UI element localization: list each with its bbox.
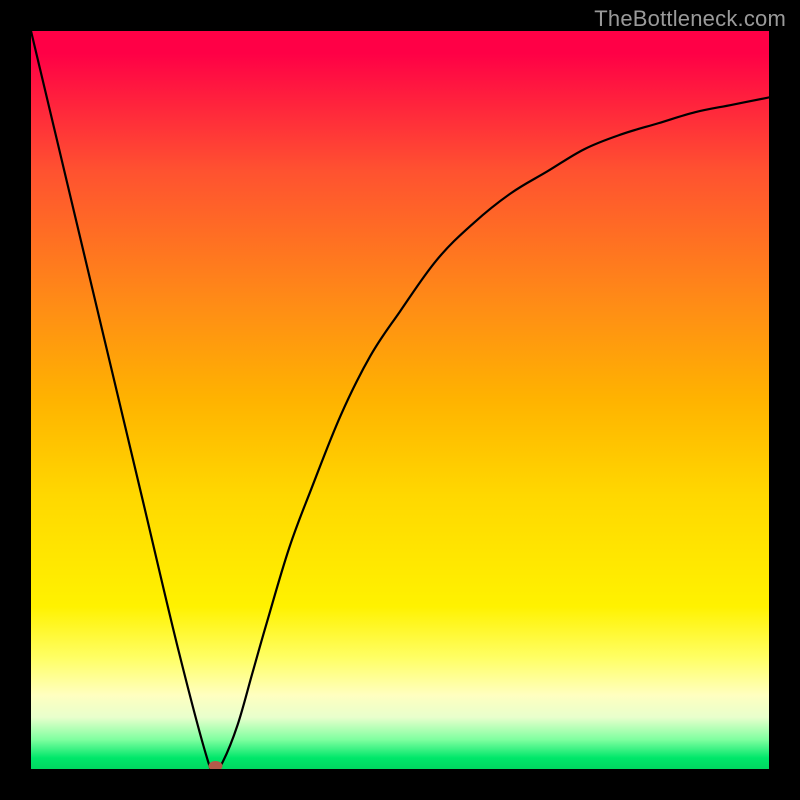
curve-layer bbox=[31, 31, 769, 769]
plot-area bbox=[31, 31, 769, 769]
min-point-marker bbox=[209, 761, 223, 769]
chart-frame: TheBottleneck.com bbox=[0, 0, 800, 800]
bottleneck-curve-path bbox=[31, 31, 769, 769]
watermark-label: TheBottleneck.com bbox=[594, 6, 786, 32]
